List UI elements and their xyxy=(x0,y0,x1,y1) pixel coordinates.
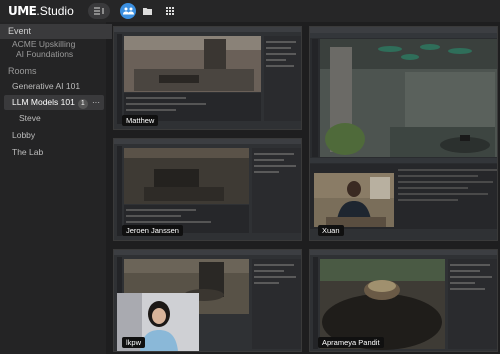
participant-name: lkpw xyxy=(122,337,146,348)
sidebar-item-llm-models-101[interactable]: LLM Models 101 1 ··· xyxy=(4,95,104,110)
sidebar-item-steve[interactable]: Steve xyxy=(0,111,123,126)
app-logo: UME.Studio xyxy=(8,4,74,18)
folder-icon xyxy=(142,7,152,15)
sidebar-item-generative-ai-101[interactable]: Generative AI 101 xyxy=(0,79,116,94)
video-tile[interactable]: Xuan xyxy=(309,26,498,241)
room-label: LLM Models 101 xyxy=(12,97,75,107)
sidebar-rooms-heading: Rooms xyxy=(8,66,37,76)
screen-share xyxy=(310,27,497,240)
grid-view-button[interactable] xyxy=(163,3,177,19)
brand-name: UME xyxy=(8,4,37,18)
people-icon xyxy=(122,7,134,15)
participant-name: Xuan xyxy=(318,225,344,236)
video-tile[interactable]: Jeroen Janssen xyxy=(113,138,302,241)
video-tile[interactable]: Matthew xyxy=(113,26,302,130)
collapse-sidebar-button[interactable] xyxy=(88,3,110,19)
brand-suffix: .Studio xyxy=(36,4,74,18)
video-tile[interactable]: lkpw xyxy=(113,249,302,352)
participant-name: Aprameya Pandit xyxy=(318,337,384,348)
collapse-sidebar-icon xyxy=(94,7,104,15)
people-button[interactable] xyxy=(120,3,136,19)
grid-icon xyxy=(166,7,174,15)
sidebar: Event ACME Upskilling AI Foundations Roo… xyxy=(0,22,112,354)
sidebar-item-lobby[interactable]: Lobby xyxy=(0,128,116,143)
sidebar-item-the-lab[interactable]: The Lab xyxy=(0,145,116,160)
more-options-icon[interactable]: ··· xyxy=(92,95,100,110)
top-bar: UME.Studio xyxy=(0,0,500,22)
participant-count-badge: 1 xyxy=(77,99,88,109)
participant-name: Jeroen Janssen xyxy=(122,225,183,236)
participant-name: Matthew xyxy=(122,115,159,126)
event-name-line2[interactable]: AI Foundations xyxy=(0,49,120,60)
sidebar-event-heading: Event xyxy=(0,24,112,39)
video-tile[interactable]: Aprameya Pandit xyxy=(309,249,498,352)
folder-button[interactable] xyxy=(140,3,154,19)
